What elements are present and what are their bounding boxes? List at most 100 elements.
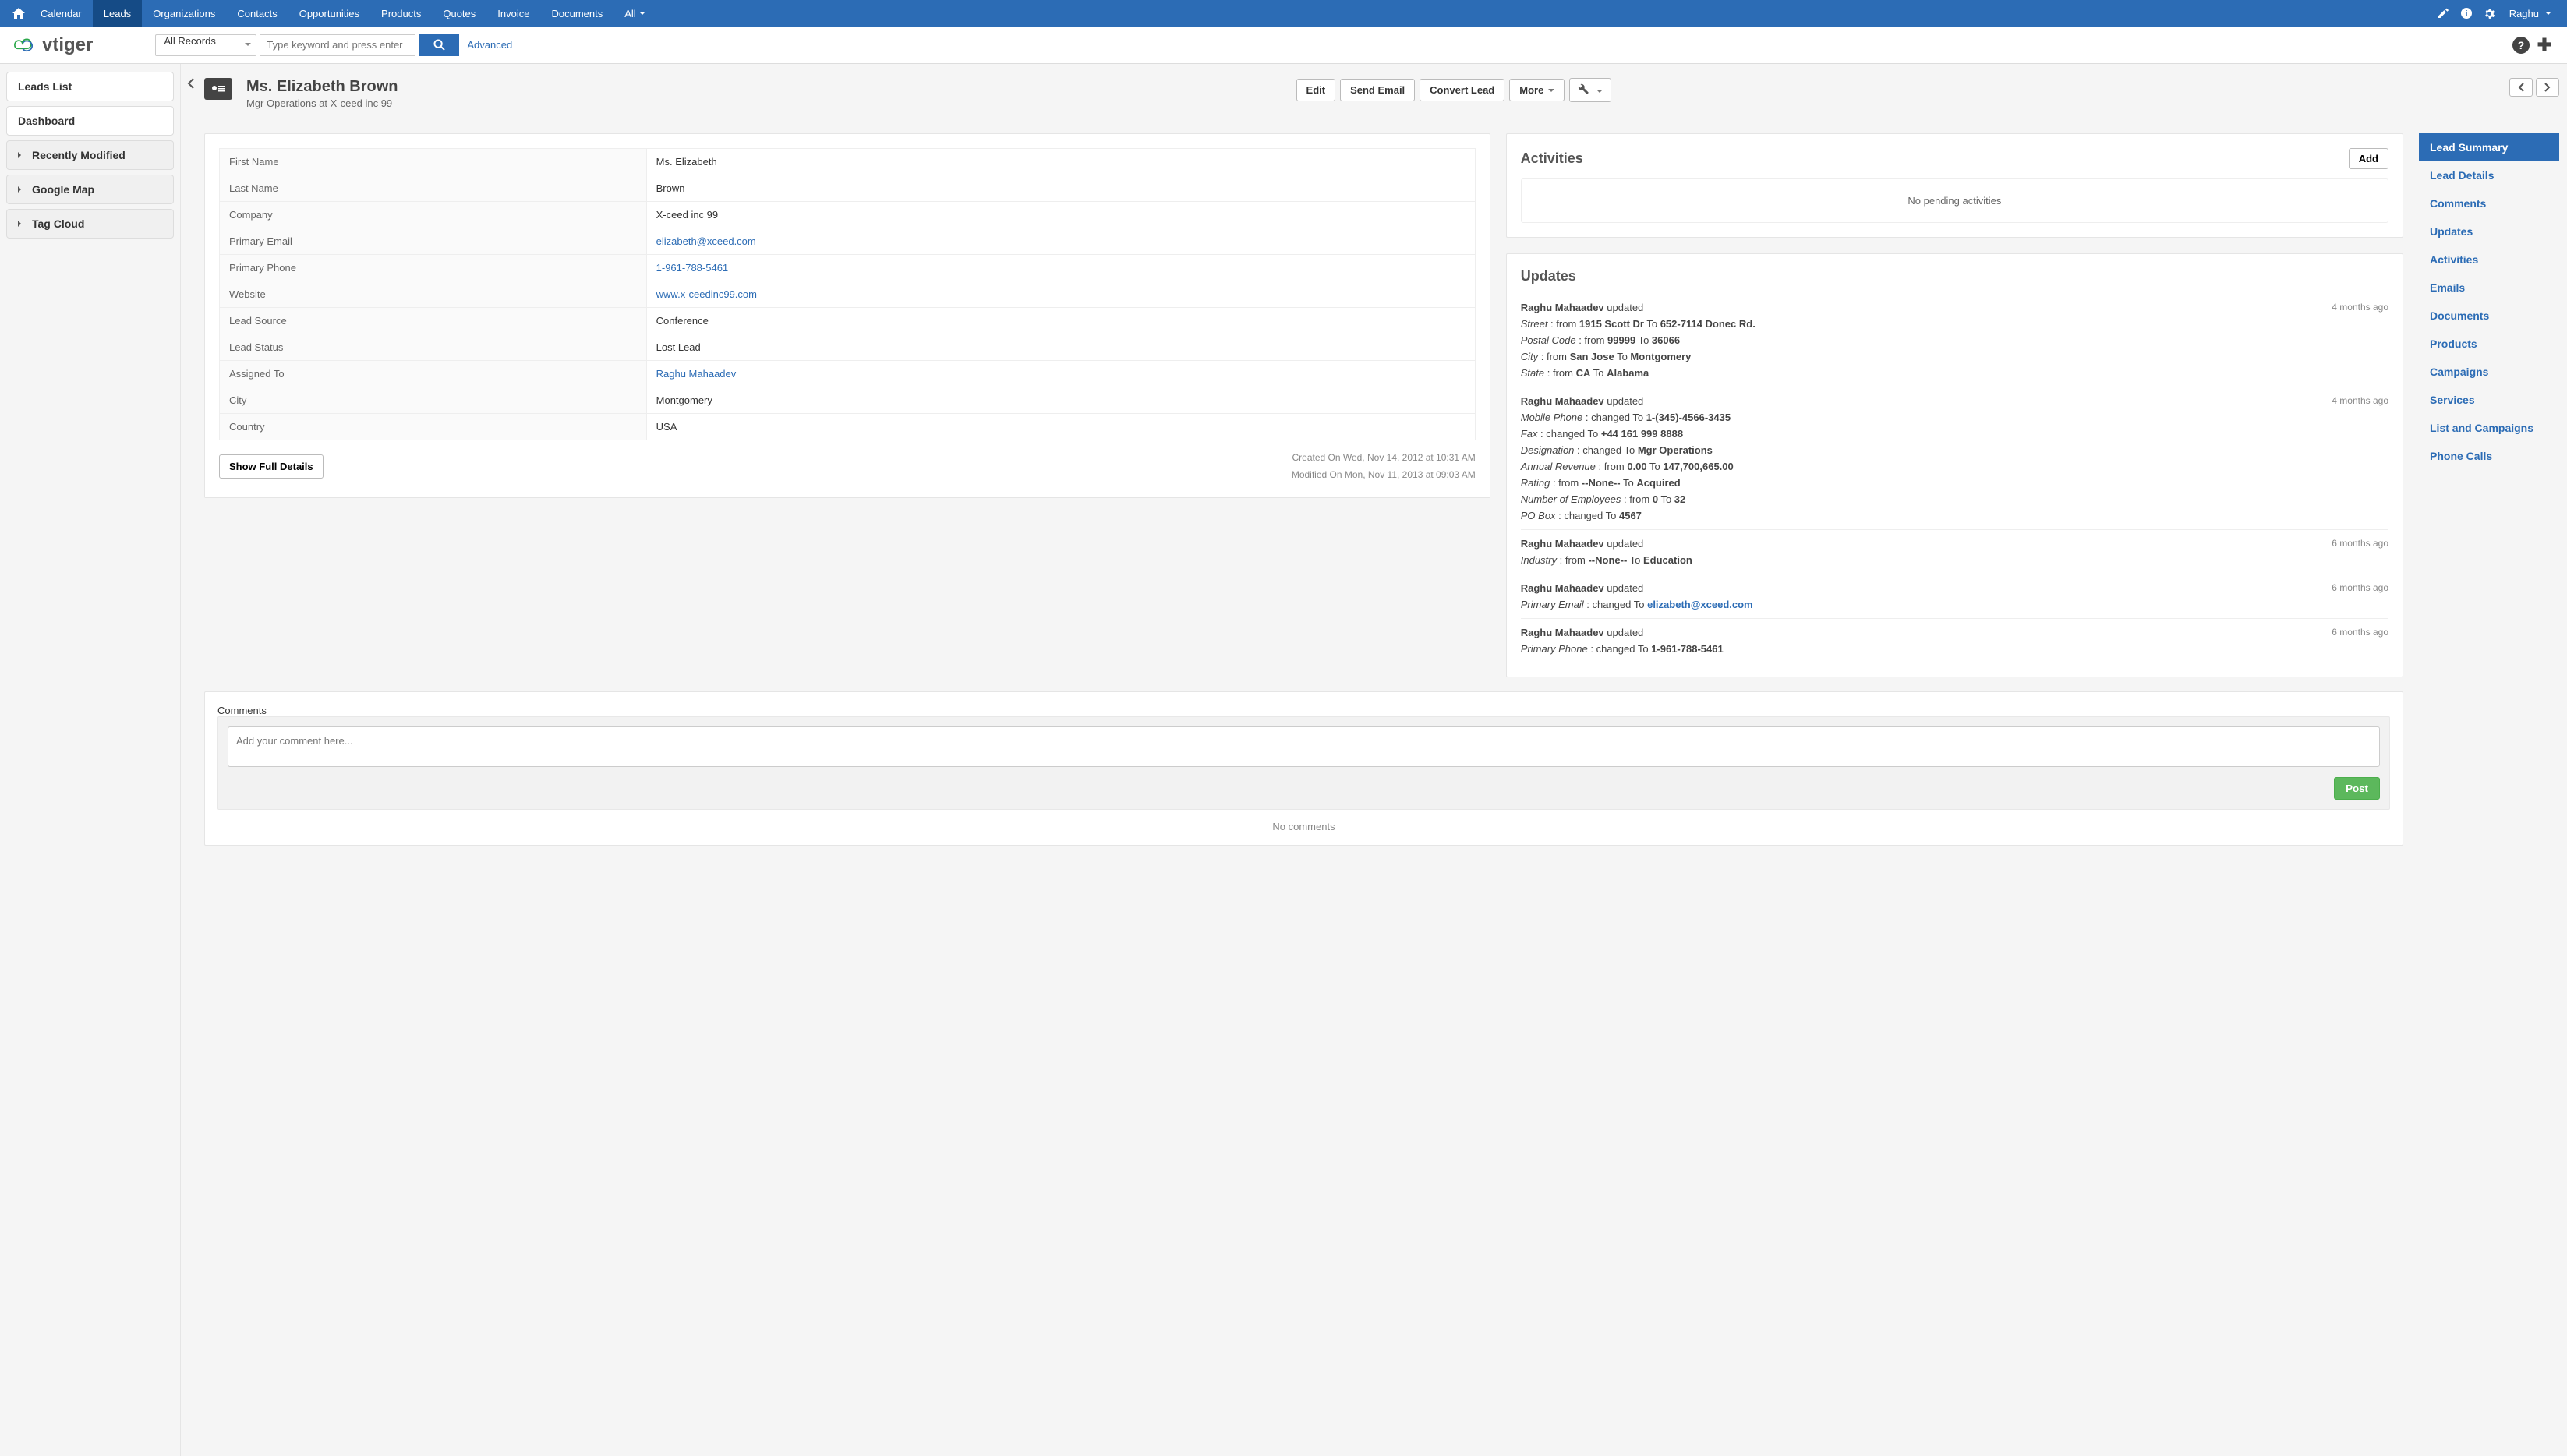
update-change-line: Number of Employees : from 0 To 32: [1521, 493, 2388, 505]
tab-lead-summary[interactable]: Lead Summary: [2419, 133, 2559, 161]
nav-item-opportunities[interactable]: Opportunities: [288, 0, 370, 27]
detail-label: Assigned To: [220, 361, 647, 387]
chevron-down-icon: [245, 43, 251, 49]
add-activity-button[interactable]: Add: [2349, 148, 2388, 169]
detail-value[interactable]: 1-961-788-5461: [646, 255, 1475, 281]
details-card: First NameMs. ElizabethLast NameBrownCom…: [204, 133, 1490, 498]
update-field: Fax: [1521, 428, 1538, 440]
search-button[interactable]: [419, 34, 459, 56]
update-author: Raghu Mahaadev: [1521, 538, 1604, 550]
update-change-line: PO Box : changed To 4567: [1521, 510, 2388, 521]
sidebar-widget-tag-cloud[interactable]: Tag Cloud: [6, 209, 174, 239]
search-scope-select[interactable]: All Records: [155, 34, 256, 56]
pencil-icon[interactable]: [2431, 7, 2455, 19]
update-to: 652-7114 Donec Rd.: [1660, 318, 1756, 330]
post-comment-button[interactable]: Post: [2334, 777, 2380, 800]
help-icon[interactable]: ?: [2509, 37, 2533, 54]
update-item: Raghu Mahaadev updated6 months agoIndust…: [1521, 529, 2388, 574]
update-ago: 6 months ago: [2332, 538, 2388, 549]
nav-item-quotes[interactable]: Quotes: [432, 0, 486, 27]
update-action: updated: [1604, 538, 1644, 550]
tab-updates[interactable]: Updates: [2419, 217, 2559, 246]
update-to: 36066: [1652, 334, 1680, 346]
info-icon[interactable]: i: [2455, 7, 2478, 19]
record-subtitle: Mgr Operations at X-ceed inc 99: [246, 97, 398, 109]
update-field: State: [1521, 367, 1544, 379]
update-author: Raghu Mahaadev: [1521, 582, 1604, 594]
record-type-icon: [204, 78, 232, 100]
triangle-right-icon: [18, 186, 24, 193]
prev-record-button[interactable]: [2509, 78, 2533, 97]
advanced-search-link[interactable]: Advanced: [467, 39, 512, 51]
nav-item-all[interactable]: All: [613, 0, 656, 27]
update-to: 32: [1674, 493, 1685, 505]
update-from: San Jose: [1570, 351, 1614, 362]
detail-value: Conference: [646, 308, 1475, 334]
next-record-button[interactable]: [2536, 78, 2559, 97]
chevron-right-icon: [2544, 83, 2551, 92]
sidebar-link-dashboard[interactable]: Dashboard: [6, 106, 174, 136]
record-header: Ms. Elizabeth Brown Mgr Operations at X-…: [204, 78, 2559, 122]
update-action: updated: [1604, 627, 1644, 638]
search-input[interactable]: [260, 34, 415, 56]
sidebar-widget-recently-modified[interactable]: Recently Modified: [6, 140, 174, 170]
update-change-line: Annual Revenue : from 0.00 To 147,700,66…: [1521, 461, 2388, 472]
user-menu[interactable]: Raghu: [2502, 8, 2559, 19]
nav-item-invoice[interactable]: Invoice: [486, 0, 540, 27]
nav-item-documents[interactable]: Documents: [540, 0, 613, 27]
detail-value[interactable]: elizabeth@xceed.com: [646, 228, 1475, 255]
send-email-button[interactable]: Send Email: [1340, 79, 1415, 101]
detail-value[interactable]: Raghu Mahaadev: [646, 361, 1475, 387]
tab-services[interactable]: Services: [2419, 386, 2559, 414]
detail-row: Assigned ToRaghu Mahaadev: [220, 361, 1476, 387]
gear-icon[interactable]: [2478, 7, 2502, 20]
edit-button[interactable]: Edit: [1296, 79, 1336, 101]
sidebar-widget-google-map[interactable]: Google Map: [6, 175, 174, 204]
update-value[interactable]: elizabeth@xceed.com: [1647, 599, 1753, 610]
update-action: updated: [1604, 395, 1644, 407]
update-to: Acquired: [1636, 477, 1680, 489]
detail-label: Lead Status: [220, 334, 647, 361]
nav-item-contacts[interactable]: Contacts: [226, 0, 288, 27]
detail-value: Ms. Elizabeth: [646, 149, 1475, 175]
update-value: Mgr Operations: [1638, 444, 1713, 456]
tab-comments[interactable]: Comments: [2419, 189, 2559, 217]
logo-mark-icon: [11, 34, 37, 56]
nav-item-calendar[interactable]: Calendar: [30, 0, 93, 27]
tab-products[interactable]: Products: [2419, 330, 2559, 358]
tab-phone-calls[interactable]: Phone Calls: [2419, 442, 2559, 470]
tools-dropdown[interactable]: [1569, 78, 1611, 102]
tab-emails[interactable]: Emails: [2419, 274, 2559, 302]
tab-activities[interactable]: Activities: [2419, 246, 2559, 274]
update-change-line: City : from San Jose To Montgomery: [1521, 351, 2388, 362]
tab-campaigns[interactable]: Campaigns: [2419, 358, 2559, 386]
show-full-details-button[interactable]: Show Full Details: [219, 454, 324, 479]
home-icon[interactable]: [8, 8, 30, 19]
more-button[interactable]: More: [1509, 79, 1565, 101]
tab-lead-details[interactable]: Lead Details: [2419, 161, 2559, 189]
add-icon[interactable]: ✚: [2533, 35, 2556, 55]
nav-item-organizations[interactable]: Organizations: [142, 0, 226, 27]
comment-input[interactable]: [228, 726, 2380, 767]
nav-item-leads[interactable]: Leads: [93, 0, 142, 27]
sidebar-link-leads-list[interactable]: Leads List: [6, 72, 174, 101]
detail-value[interactable]: www.x-ceedinc99.com: [646, 281, 1475, 308]
update-change-line: Primary Email : changed To elizabeth@xce…: [1521, 599, 2388, 610]
logo[interactable]: vtiger: [11, 34, 93, 56]
right-tabs: Lead SummaryLead DetailsCommentsUpdatesA…: [2419, 133, 2559, 846]
tab-list-and-campaigns[interactable]: List and Campaigns: [2419, 414, 2559, 442]
nav-item-products[interactable]: Products: [370, 0, 432, 27]
tab-documents[interactable]: Documents: [2419, 302, 2559, 330]
update-field: PO Box: [1521, 510, 1556, 521]
update-field: Number of Employees: [1521, 493, 1621, 505]
triangle-right-icon: [18, 152, 24, 158]
convert-lead-button[interactable]: Convert Lead: [1420, 79, 1504, 101]
update-item: Raghu Mahaadev updated6 months agoPrimar…: [1521, 618, 2388, 663]
triangle-right-icon: [18, 221, 24, 227]
detail-row: CountryUSA: [220, 414, 1476, 440]
update-ago: 6 months ago: [2332, 582, 2388, 593]
update-item: Raghu Mahaadev updated6 months agoPrimar…: [1521, 574, 2388, 618]
svg-text:i: i: [2465, 9, 2467, 19]
detail-row: Primary Phone1-961-788-5461: [220, 255, 1476, 281]
detail-label: Country: [220, 414, 647, 440]
